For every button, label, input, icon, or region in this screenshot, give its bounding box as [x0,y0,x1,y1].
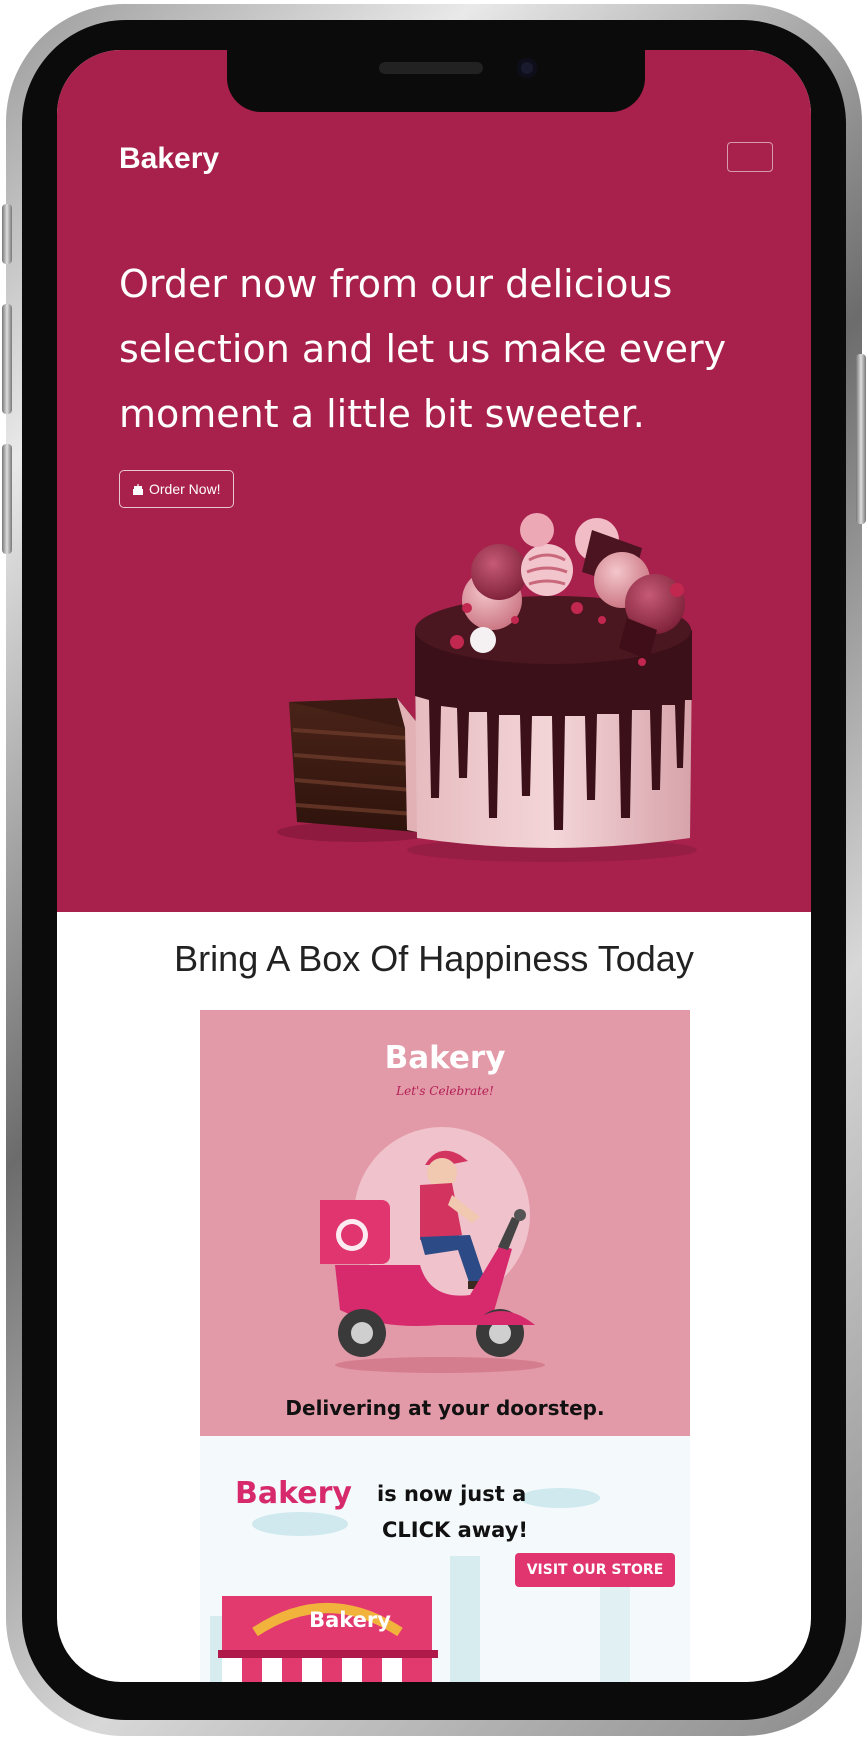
delivery-scooter-illustration [320,1127,545,1373]
speaker-grille [379,62,483,74]
promo-subtitle: Let's Celebrate! [396,1084,494,1098]
click-brand: Bakery [235,1476,352,1511]
cake-image [277,513,697,862]
menu-toggle-icon[interactable] [727,142,773,172]
store-sign: Bakery [309,1608,391,1632]
phone-screen: Bakery Order now from our delicious sele… [57,50,811,1682]
power-button [856,354,866,524]
hero-headline: Order now from our delicious selection a… [119,262,727,436]
volume-down-button [2,444,12,554]
cake-icon [133,483,143,495]
order-now-label: Order Now! [149,481,221,497]
promo-brand-logo: Bakery [384,1040,506,1076]
promo-store-panel: Bakery is now just a CLICK away! VISIT O… [200,1436,690,1682]
camera-icon [517,58,537,78]
promo-delivery-panel: Bakery Let's Celebrate! Delivering at yo… [200,1010,690,1436]
promo-banner[interactable]: Bakery Let's Celebrate! Delivering at yo… [200,1010,690,1682]
order-now-button[interactable]: Order Now! [119,470,234,508]
phone-notch [227,50,645,112]
delivery-text: Delivering at your doorstep. [285,1396,605,1420]
section-tagline: Bring A Box Of Happiness Today [174,938,694,979]
click-line-1: is now just a [377,1482,527,1506]
navbar-brand[interactable]: Bakery [119,142,219,176]
click-line-2: CLICK away! [382,1518,528,1542]
visit-store-button[interactable]: VISIT OUR STORE [515,1553,675,1587]
hero-section: Bakery Order now from our delicious sele… [57,50,811,912]
volume-up-button [2,304,12,414]
silent-switch [2,204,12,264]
